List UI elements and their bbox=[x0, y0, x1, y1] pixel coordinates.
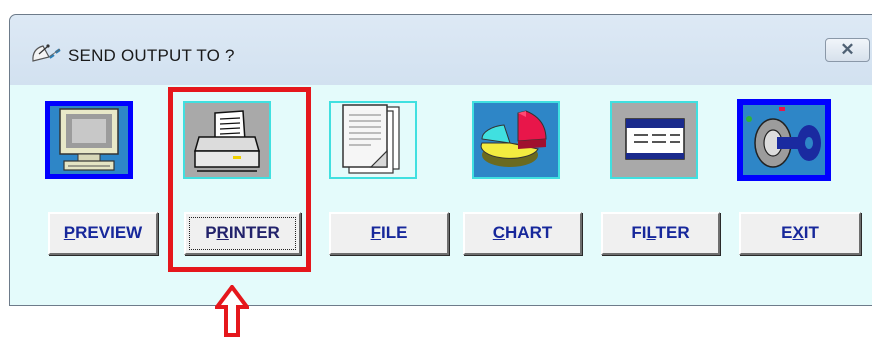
up-arrow-icon bbox=[213, 283, 251, 337]
printer-highlight-box bbox=[168, 87, 311, 272]
filter-button[interactable]: FILTER bbox=[601, 212, 720, 255]
chart-button[interactable]: CHART bbox=[463, 212, 582, 255]
preview-button[interactable]: PREVIEW bbox=[48, 212, 158, 255]
monitor-icon[interactable] bbox=[45, 101, 133, 179]
dialog-title: SEND OUTPUT TO ? bbox=[68, 46, 235, 65]
send-output-dialog: SEND OUTPUT TO ? ✕ PREVIEW PRINTER FILE … bbox=[9, 14, 872, 306]
key-icon[interactable] bbox=[737, 99, 831, 181]
pie-chart-icon[interactable] bbox=[472, 101, 560, 179]
document-icon[interactable] bbox=[329, 101, 417, 179]
close-button[interactable]: ✕ bbox=[825, 38, 870, 62]
table-filter-icon[interactable] bbox=[610, 101, 698, 179]
close-x-icon: ✕ bbox=[840, 40, 855, 59]
exit-button[interactable]: EXIT bbox=[739, 212, 861, 255]
satellite-dish-icon bbox=[29, 41, 63, 67]
dialog-body: PREVIEW PRINTER FILE CHART FILTER EXIT bbox=[10, 85, 872, 305]
title-bar: SEND OUTPUT TO ? ✕ bbox=[10, 15, 872, 85]
file-button[interactable]: FILE bbox=[329, 212, 449, 255]
